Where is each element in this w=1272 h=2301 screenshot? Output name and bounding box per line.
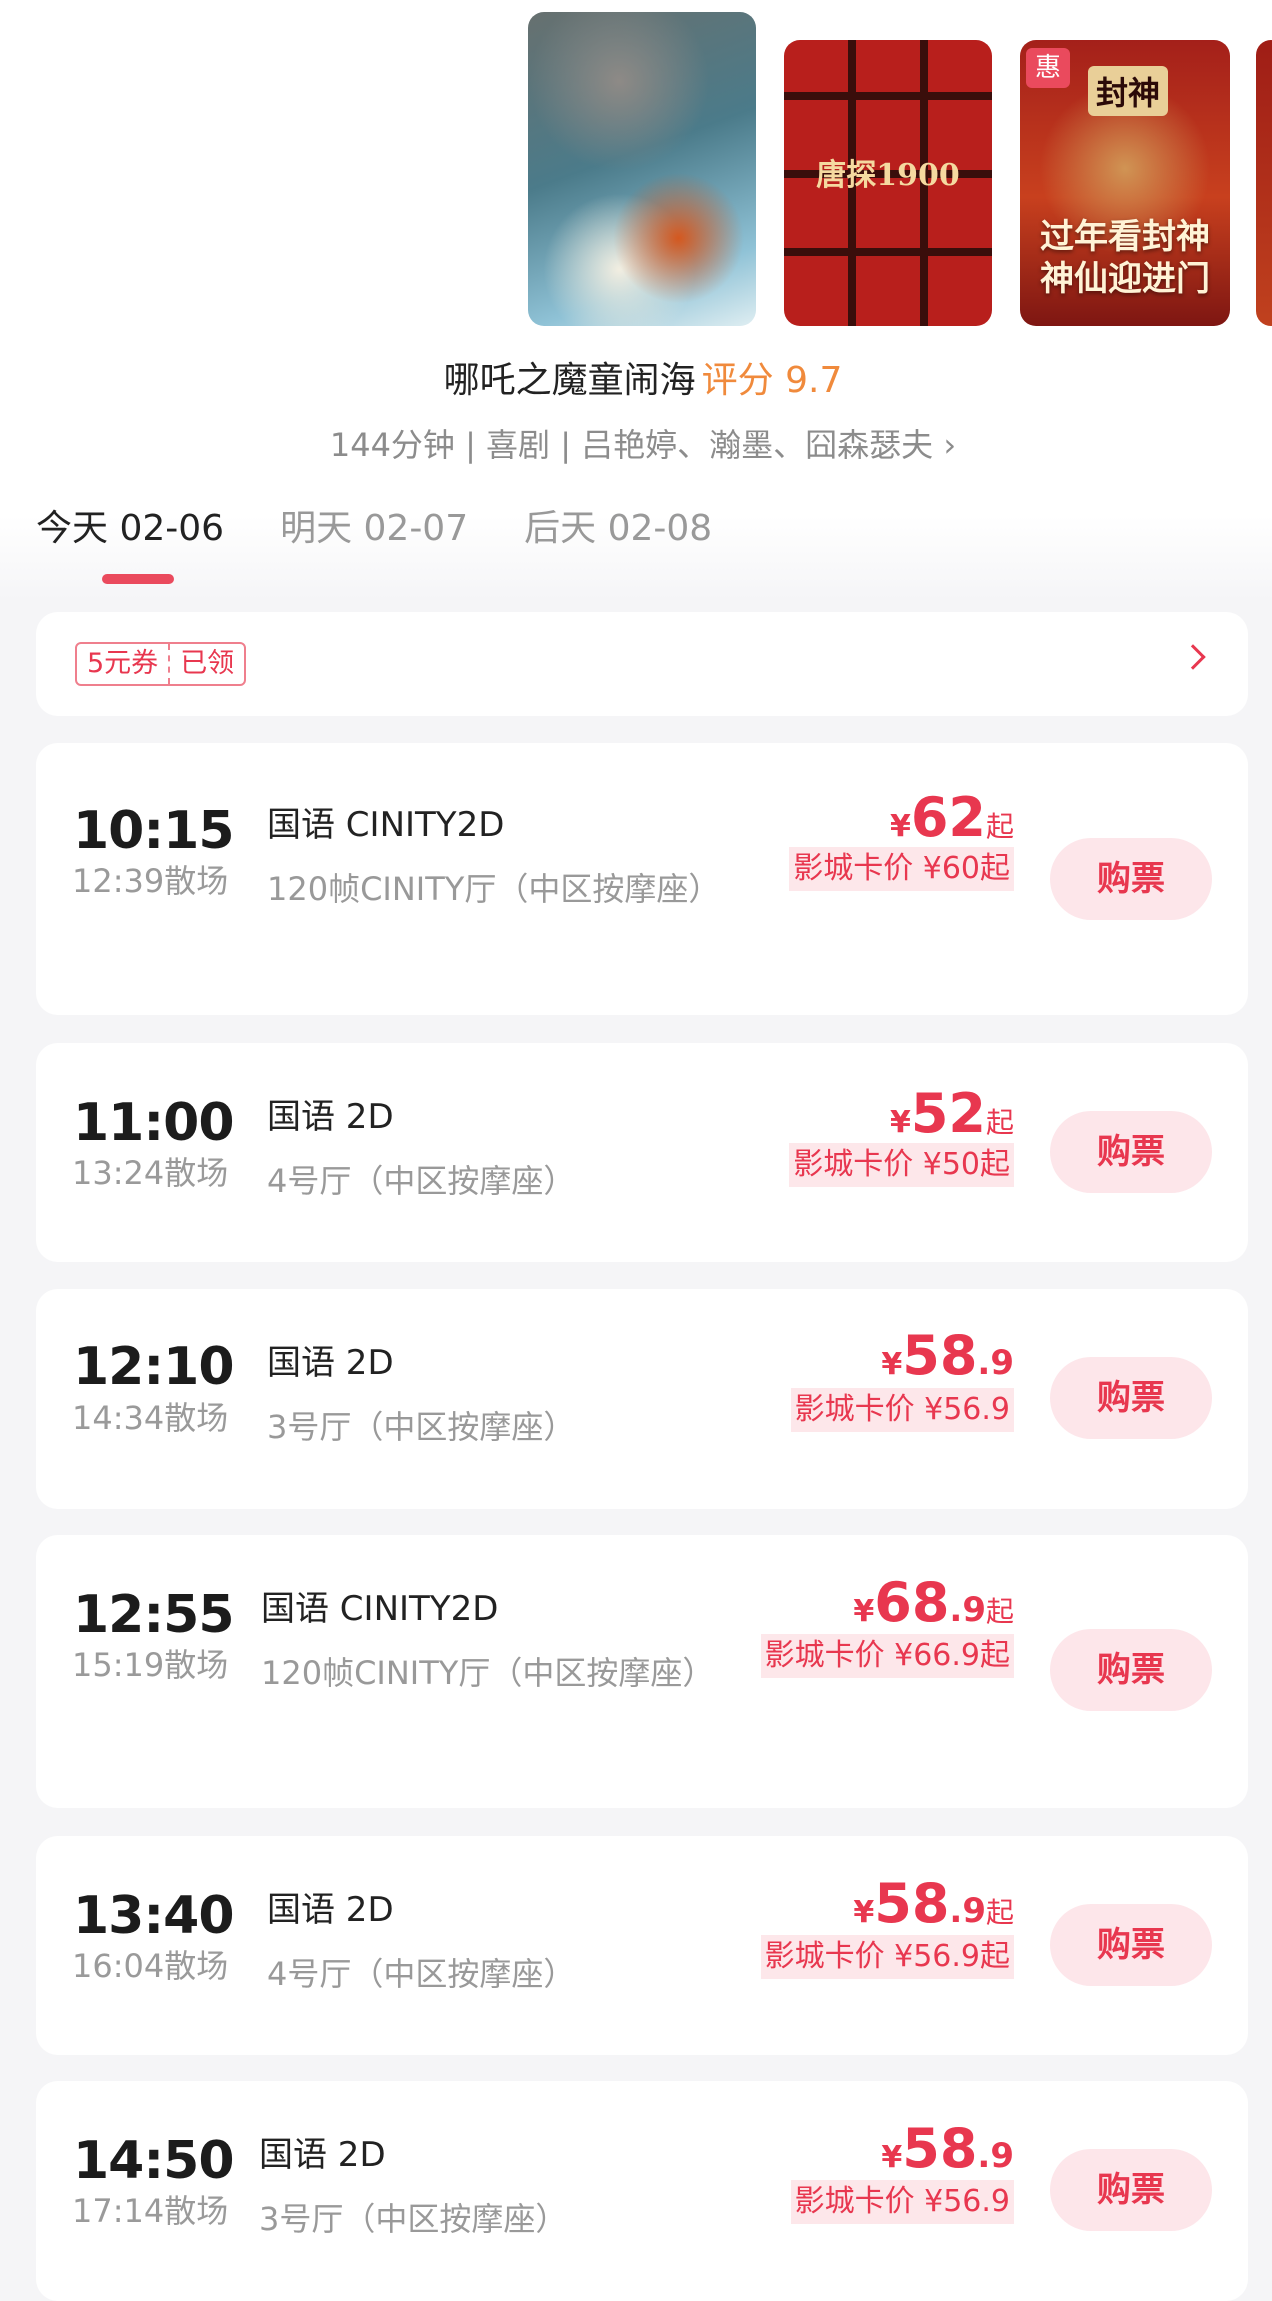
showtime-price: ¥68.9起 bbox=[853, 1574, 1014, 1632]
buy-ticket-button[interactable]: 购票 bbox=[1050, 1904, 1212, 1986]
showtime-end: 16:04散场 bbox=[72, 1947, 229, 1985]
price-integer: 62 bbox=[910, 786, 986, 849]
coupon-bar[interactable]: 5元券 已领 bbox=[36, 612, 1248, 716]
price-suffix: 起 bbox=[985, 810, 1014, 843]
price-integer: 68 bbox=[874, 1571, 950, 1634]
buy-ticket-button[interactable]: 购票 bbox=[1050, 2149, 1212, 2231]
poster-text: 过年看封神 神仙迎进门 bbox=[1040, 217, 1210, 299]
showtime-language: 国语 2D bbox=[267, 1890, 394, 1930]
showtime-hall: 3号厅（中区按摩座） bbox=[267, 1408, 576, 1446]
price-integer: 52 bbox=[910, 1082, 986, 1145]
tab-indicator bbox=[102, 574, 174, 584]
showtime-price: ¥62起 bbox=[890, 789, 1014, 847]
showtime-end: 14:34散场 bbox=[72, 1399, 229, 1437]
price-currency: ¥ bbox=[853, 1594, 875, 1629]
card-price: 影城卡价 ¥60起 bbox=[789, 847, 1014, 891]
poster-text: 唐探1900 bbox=[816, 158, 960, 193]
showtime-start: 12:10 bbox=[73, 1337, 235, 1397]
poster-fengshen[interactable]: 惠 封神 过年看封神 神仙迎进门 bbox=[1020, 40, 1230, 326]
coupon-amount: 5元券 bbox=[87, 648, 159, 679]
showtime-hall: 120帧CINITY厅（中区按摩座） bbox=[267, 870, 721, 908]
price-integer: 58 bbox=[874, 1872, 950, 1935]
showtime-hall: 120帧CINITY厅（中区按摩座） bbox=[261, 1654, 715, 1692]
showtime-language: 国语 CINITY2D bbox=[261, 1589, 499, 1629]
showtime-start: 13:40 bbox=[73, 1886, 235, 1946]
showtime-hall: 4号厅（中区按摩座） bbox=[267, 1162, 576, 1200]
price-decimal: .9 bbox=[949, 1891, 986, 1931]
tab-day-after[interactable]: 后天 02-08 bbox=[524, 502, 712, 562]
showtime-language: 国语 2D bbox=[267, 1097, 394, 1137]
tab-tomorrow[interactable]: 明天 02-07 bbox=[280, 502, 468, 562]
poster-title: 封神 bbox=[1088, 66, 1169, 116]
price-suffix: 起 bbox=[985, 1595, 1014, 1628]
showtime-card[interactable]: 11:00 13:24散场 国语 2D 4号厅（中区按摩座） ¥52起 影城卡价… bbox=[36, 1043, 1248, 1262]
price-integer: 58 bbox=[902, 2117, 978, 2180]
showtime-language: 国语 2D bbox=[267, 1343, 394, 1383]
date-tabs: 今天 02-06 明天 02-07 后天 02-08 bbox=[36, 502, 712, 562]
price-decimal: .9 bbox=[977, 1343, 1014, 1383]
poster-tangtan[interactable]: 唐探1900 bbox=[784, 40, 992, 326]
showtime-card[interactable]: 10:15 12:39散场 国语 CINITY2D 120帧CINITY厅（中区… bbox=[36, 743, 1248, 1015]
tab-today[interactable]: 今天 02-06 bbox=[36, 502, 224, 562]
discount-badge: 惠 bbox=[1026, 48, 1070, 88]
poster-nezha[interactable] bbox=[528, 12, 756, 326]
coupon-status: 已领 bbox=[168, 644, 244, 684]
coupon-tag: 5元券 已领 bbox=[75, 642, 247, 686]
showtime-price: ¥58.9起 bbox=[853, 1875, 1014, 1933]
showtime-hall: 4号厅（中区按摩座） bbox=[267, 1955, 576, 1993]
showtime-end: 13:24散场 bbox=[72, 1154, 229, 1192]
showtime-card[interactable]: 14:50 17:14散场 国语 2D 3号厅（中区按摩座） ¥58.9 影城卡… bbox=[36, 2081, 1248, 2301]
showtime-card[interactable]: 13:40 16:04散场 国语 2D 4号厅（中区按摩座） ¥58.9起 影城… bbox=[36, 1836, 1248, 2055]
card-price: 影城卡价 ¥56.9 bbox=[790, 1388, 1014, 1432]
price-currency: ¥ bbox=[881, 1347, 903, 1382]
showtime-end: 15:19散场 bbox=[72, 1646, 229, 1684]
showtime-end: 12:39散场 bbox=[72, 862, 229, 900]
price-integer: 58 bbox=[902, 1324, 978, 1387]
movie-meta[interactable]: 144分钟 | 喜剧 | 吕艳婷、瀚墨、囧森瑟夫 › bbox=[0, 422, 1272, 468]
chevron-right-icon bbox=[1180, 644, 1206, 670]
price-currency: ¥ bbox=[881, 2140, 903, 2175]
buy-ticket-button[interactable]: 购票 bbox=[1050, 1111, 1212, 1193]
showtime-start: 10:15 bbox=[73, 801, 235, 861]
showtime-language: 国语 2D bbox=[259, 2135, 386, 2175]
showtime-end: 17:14散场 bbox=[72, 2192, 229, 2230]
movie-name: 哪吒之魔童闹海 bbox=[443, 360, 696, 401]
movie-rating: 评分 9.7 bbox=[701, 360, 843, 401]
showtime-start: 11:00 bbox=[73, 1093, 235, 1153]
price-decimal: .9 bbox=[949, 1590, 986, 1630]
showtime-language: 国语 CINITY2D bbox=[267, 805, 505, 845]
card-price: 影城卡价 ¥66.9起 bbox=[760, 1634, 1014, 1678]
poster-partial[interactable] bbox=[1256, 40, 1272, 326]
showtime-start: 14:50 bbox=[73, 2131, 235, 2191]
buy-ticket-button[interactable]: 购票 bbox=[1050, 1629, 1212, 1711]
price-suffix: 起 bbox=[985, 1896, 1014, 1929]
showtime-price: ¥58.9 bbox=[881, 2120, 1014, 2178]
showtime-price: ¥58.9 bbox=[881, 1327, 1014, 1385]
buy-ticket-button[interactable]: 购票 bbox=[1050, 838, 1212, 920]
buy-ticket-button[interactable]: 购票 bbox=[1050, 1357, 1212, 1439]
showtime-hall: 3号厅（中区按摩座） bbox=[259, 2200, 568, 2238]
showtime-price: ¥52起 bbox=[890, 1085, 1014, 1143]
price-currency: ¥ bbox=[889, 1105, 911, 1140]
movie-title: 哪吒之魔童闹海 评分 9.7 bbox=[0, 357, 1272, 405]
card-price: 影城卡价 ¥56.9起 bbox=[760, 1935, 1014, 1979]
showtime-card[interactable]: 12:10 14:34散场 国语 2D 3号厅（中区按摩座） ¥58.9 影城卡… bbox=[36, 1289, 1248, 1509]
price-currency: ¥ bbox=[889, 809, 911, 844]
card-price: 影城卡价 ¥50起 bbox=[789, 1143, 1014, 1187]
card-price: 影城卡价 ¥56.9 bbox=[790, 2180, 1014, 2224]
price-decimal: .9 bbox=[977, 2136, 1014, 2176]
showtime-card[interactable]: 12:55 15:19散场 国语 CINITY2D 120帧CINITY厅（中区… bbox=[36, 1535, 1248, 1808]
price-currency: ¥ bbox=[853, 1895, 875, 1930]
price-suffix: 起 bbox=[985, 1106, 1014, 1139]
showtime-start: 12:55 bbox=[73, 1585, 235, 1645]
